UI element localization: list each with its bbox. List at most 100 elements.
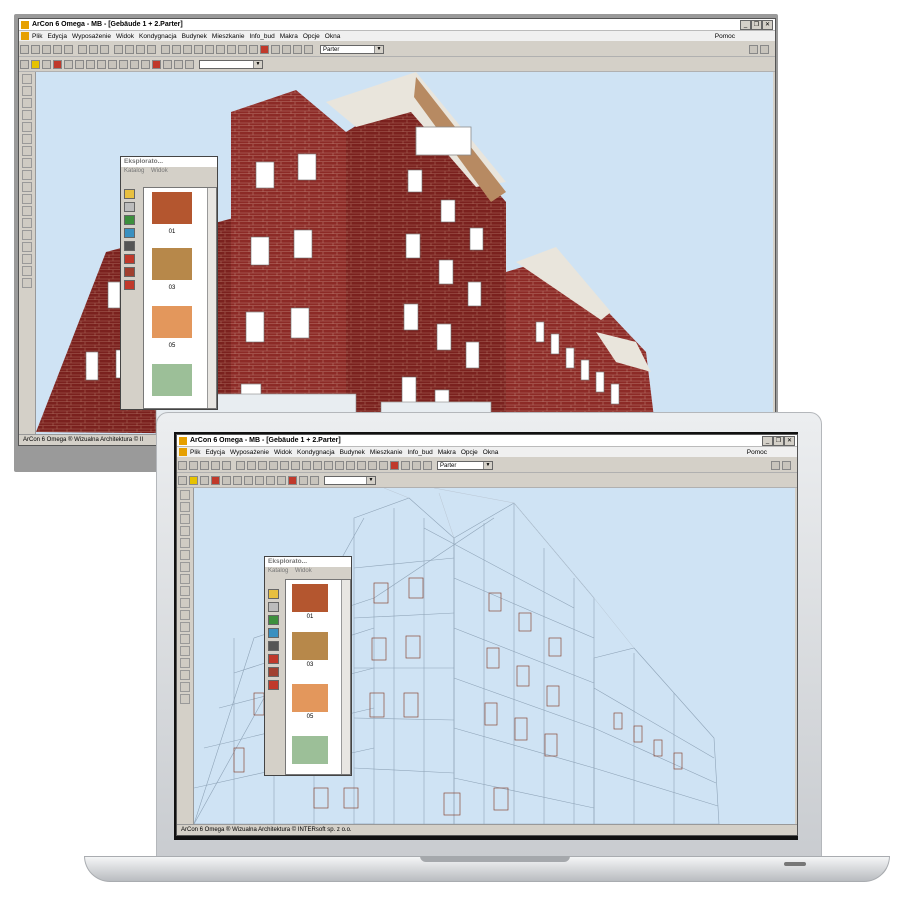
menu-kondygnacja[interactable]: Kondygnacja — [297, 449, 335, 456]
text-icon[interactable] — [172, 44, 181, 54]
sun-icon[interactable] — [255, 475, 264, 485]
brick-icon[interactable] — [268, 667, 279, 677]
landscape-icon[interactable] — [124, 228, 135, 238]
paste-icon[interactable] — [258, 460, 267, 470]
context-help-icon[interactable] — [782, 460, 791, 470]
line-icon[interactable] — [180, 646, 190, 656]
light-icon[interactable] — [266, 475, 275, 485]
menu-pomoc[interactable]: Pomoc — [747, 449, 767, 456]
chevron-down-icon[interactable]: ▼ — [374, 45, 383, 53]
select-arrow-icon[interactable] — [180, 490, 190, 500]
shadow-icon[interactable] — [277, 475, 286, 485]
copy-icon[interactable] — [247, 460, 256, 470]
column-icon[interactable] — [180, 586, 190, 596]
beam-icon[interactable] — [180, 598, 190, 608]
explorer-scrollbar[interactable] — [207, 188, 216, 408]
menu-wyposazenie[interactable]: Wyposażenie — [230, 449, 269, 456]
folder-icon[interactable] — [200, 460, 209, 470]
sun-icon[interactable] — [97, 59, 106, 69]
light-icon[interactable] — [108, 59, 117, 69]
opening-icon[interactable] — [180, 610, 190, 620]
grid-icon[interactable] — [124, 202, 135, 212]
chevron-down-icon[interactable]: ▼ — [483, 461, 492, 469]
folder-icon[interactable] — [268, 589, 279, 599]
menu-okna[interactable]: Okna — [325, 33, 341, 40]
view-3d-icon[interactable] — [31, 59, 40, 69]
menu-plik[interactable]: Plik — [190, 449, 200, 456]
floor-select[interactable]: Parter ▼ — [437, 460, 493, 470]
pointer-icon[interactable] — [423, 460, 432, 470]
save-icon[interactable] — [211, 460, 220, 470]
grid-icon[interactable] — [346, 460, 355, 470]
pattern-icon[interactable] — [293, 44, 302, 54]
view-select[interactable]: ▼ — [324, 475, 376, 485]
bucket-icon[interactable] — [180, 670, 190, 680]
layers-icon[interactable] — [368, 460, 377, 470]
door-icon[interactable] — [180, 550, 190, 560]
menu-plik[interactable]: Plik — [32, 33, 42, 40]
measure-icon[interactable] — [335, 460, 344, 470]
snap-icon[interactable] — [357, 460, 366, 470]
minimize-button[interactable]: _ — [762, 436, 773, 446]
stop-icon[interactable] — [174, 59, 183, 69]
view-3d-icon[interactable] — [189, 475, 198, 485]
image-icon[interactable] — [268, 615, 279, 625]
texture-swatch[interactable] — [152, 192, 192, 224]
image-icon[interactable] — [401, 460, 410, 470]
roof-icon[interactable] — [180, 562, 190, 572]
record-icon[interactable] — [288, 475, 297, 485]
tab-katalog[interactable]: Katalog — [124, 168, 144, 174]
text-icon[interactable] — [324, 460, 333, 470]
help-book-icon[interactable] — [749, 44, 758, 54]
bucket-icon[interactable] — [22, 254, 32, 264]
render-icon[interactable] — [114, 44, 123, 54]
floor-select[interactable]: Parter ▼ — [320, 44, 384, 54]
menu-widok[interactable]: Widok — [274, 449, 292, 456]
paint-icon[interactable] — [268, 641, 279, 651]
landscape-icon[interactable] — [268, 628, 279, 638]
new-file-icon[interactable] — [20, 44, 29, 54]
save-icon[interactable] — [53, 44, 62, 54]
restore-button[interactable]: ❐ — [751, 20, 762, 30]
texture-swatch[interactable] — [152, 364, 192, 396]
texture-icon[interactable] — [130, 59, 139, 69]
stairs-icon[interactable] — [22, 110, 32, 120]
orbit-icon[interactable] — [244, 475, 253, 485]
tab-katalog[interactable]: Katalog — [268, 568, 288, 574]
color-icon[interactable] — [268, 654, 279, 664]
walls-icon[interactable] — [379, 460, 388, 470]
menu-edycja[interactable]: Edycja — [205, 449, 225, 456]
redo-icon[interactable] — [147, 44, 156, 54]
play-icon[interactable] — [299, 475, 308, 485]
floor-icon[interactable] — [22, 206, 32, 216]
paint-icon[interactable] — [124, 241, 135, 251]
menu-budynek[interactable]: Budynek — [182, 33, 207, 40]
open-file-icon[interactable] — [189, 460, 198, 470]
delete-icon[interactable] — [268, 680, 279, 690]
pen-icon[interactable] — [22, 242, 32, 252]
copy-icon[interactable] — [89, 44, 98, 54]
texture-swatch[interactable] — [292, 736, 328, 764]
flag-icon[interactable] — [260, 44, 269, 54]
flag-icon[interactable] — [390, 460, 399, 470]
tab-widok[interactable]: Widok — [295, 568, 312, 574]
grid-icon[interactable] — [268, 602, 279, 612]
undo-icon[interactable] — [136, 44, 145, 54]
font-icon[interactable] — [412, 460, 421, 470]
close-button[interactable]: ✕ — [762, 20, 773, 30]
column-icon[interactable] — [22, 170, 32, 180]
camera-icon[interactable] — [125, 44, 134, 54]
wireframe-icon[interactable] — [141, 59, 150, 69]
menu-okna[interactable]: Okna — [483, 449, 499, 456]
menu-opcje[interactable]: Opcje — [461, 449, 478, 456]
texture-swatch[interactable] — [152, 306, 192, 338]
chevron-down-icon[interactable]: ▼ — [253, 60, 262, 68]
move-icon[interactable] — [185, 59, 194, 69]
cut-icon[interactable] — [78, 44, 87, 54]
room-icon[interactable] — [22, 86, 32, 96]
chevron-down-icon[interactable]: ▼ — [366, 476, 375, 484]
texture-swatch[interactable] — [292, 632, 328, 660]
roof-icon[interactable] — [22, 146, 32, 156]
dimension-icon[interactable] — [227, 44, 236, 54]
eraser-icon[interactable] — [180, 694, 190, 704]
